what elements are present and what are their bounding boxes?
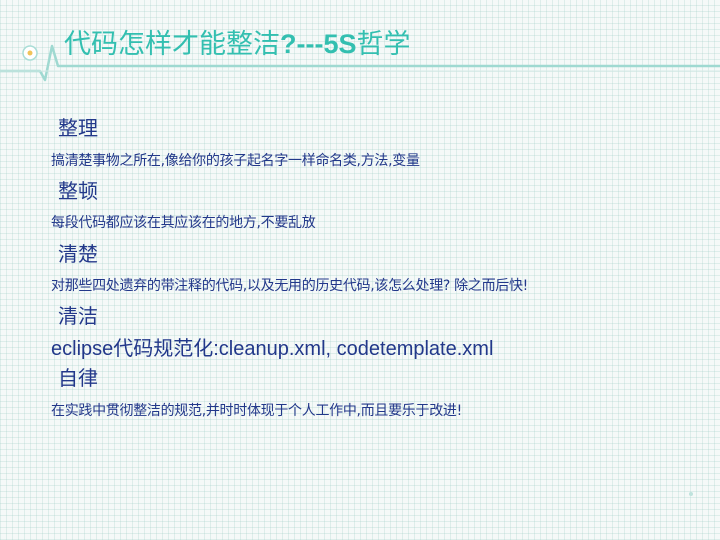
item-heading-4: 清洁 [58, 304, 98, 328]
item-detail-5: 在实践中贯彻整洁的规范,并时时体现于个人工作中,而且要乐于改进! [51, 403, 462, 419]
item-heading-5: 自律 [58, 366, 98, 390]
item-heading-1: 整理 [58, 116, 98, 140]
item-heading-3: 清楚 [58, 242, 98, 266]
slide: 代码怎样才能整洁?---5S哲学 整理 搞清楚事物之所在,像给你的孩子起名字一样… [0, 0, 720, 540]
slide-content: 整理 搞清楚事物之所在,像给你的孩子起名字一样命名类,方法,变量 整顿 每段代码… [0, 0, 720, 540]
item-detail-1: 搞清楚事物之所在,像给你的孩子起名字一样命名类,方法,变量 [51, 153, 420, 169]
item-detail-2: 每段代码都应该在其应该在的地方,不要乱放 [51, 215, 316, 231]
item-heading-2: 整顿 [58, 179, 98, 203]
item-detail-4: eclipse代码规范化:cleanup.xml, codetemplate.x… [51, 338, 494, 360]
item-detail-3: 对那些四处遗弃的带注释的代码,以及无用的历史代码,该怎么处理? 除之而后快! [51, 278, 528, 294]
page-marker [689, 492, 693, 496]
